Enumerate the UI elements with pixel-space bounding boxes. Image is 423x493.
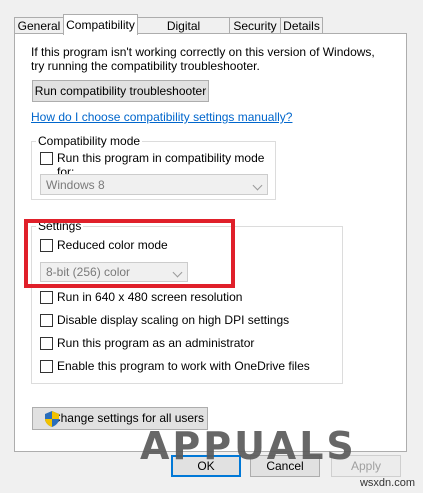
run-as-admin-checkbox[interactable] <box>40 337 53 350</box>
resolution-640-label: Run in 640 x 480 screen resolution <box>57 290 243 304</box>
help-link[interactable]: How do I choose compatibility settings m… <box>31 110 292 124</box>
properties-dialog: General Compatibility Digital Signatures… <box>0 0 423 493</box>
onedrive-checkbox[interactable] <box>40 360 53 373</box>
uac-shield-icon <box>45 411 59 427</box>
watermark-logo: APPUALS <box>140 424 357 468</box>
onedrive-label: Enable this program to work with OneDriv… <box>57 359 310 373</box>
intro-line-1: If this program isn't working correctly … <box>31 45 375 59</box>
run-as-admin-label: Run this program as an administrator <box>57 336 255 350</box>
os-select-value: Windows 8 <box>46 178 105 192</box>
resolution-640-checkbox[interactable] <box>40 291 53 304</box>
run-troubleshooter-button[interactable]: Run compatibility troubleshooter <box>32 80 209 102</box>
compat-mode-checkbox[interactable] <box>40 152 53 165</box>
compat-mode-title: Compatibility mode <box>36 134 143 148</box>
intro-line-2: try running the compatibility troublesho… <box>31 59 260 73</box>
dpi-scaling-label: Disable display scaling on high DPI sett… <box>57 313 290 327</box>
tab-general[interactable]: General <box>14 17 64 34</box>
chevron-down-icon <box>252 180 263 191</box>
tab-digital-signatures[interactable]: Digital Signatures <box>137 17 230 50</box>
tab-compatibility[interactable]: Compatibility <box>63 14 138 35</box>
compat-mode-group: Compatibility mode Run this program in c… <box>31 134 276 200</box>
tab-details[interactable]: Details <box>280 17 323 34</box>
site-watermark: wsxdn.com <box>359 477 415 489</box>
highlight-box <box>24 219 235 288</box>
dpi-scaling-checkbox[interactable] <box>40 314 53 327</box>
tab-security[interactable]: Security <box>229 17 281 34</box>
os-select[interactable]: Windows 8 <box>40 174 268 195</box>
